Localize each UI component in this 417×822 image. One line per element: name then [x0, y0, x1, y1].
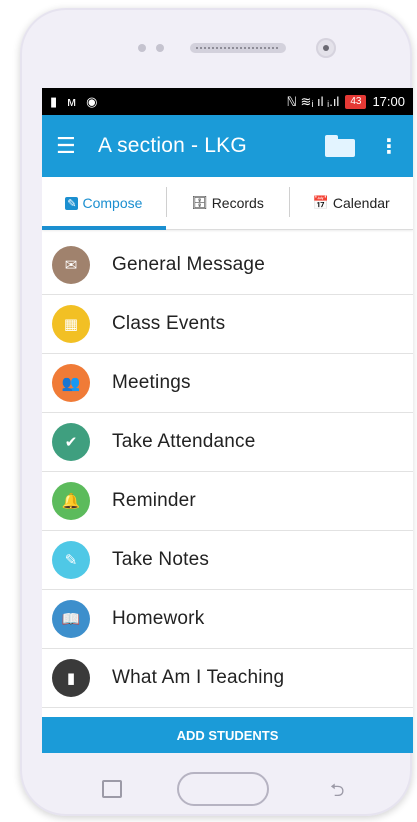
- list-item-meetings[interactable]: 👥 Meetings: [42, 354, 413, 413]
- calendar-icon: ▦: [52, 305, 90, 343]
- app-bar: ☰ A section - LKG ⋮: [42, 115, 413, 177]
- list-item-label: General Message: [112, 254, 265, 275]
- list-item-class-events[interactable]: ▦ Class Events: [42, 295, 413, 354]
- folder-icon[interactable]: [325, 135, 355, 157]
- book-icon: 📖: [52, 600, 90, 638]
- m-icon: ᴍ: [67, 94, 77, 109]
- phone-top-hardware: [20, 38, 412, 58]
- tab-calendar[interactable]: 📅 Calendar: [289, 177, 413, 229]
- check-icon: ✔: [52, 423, 90, 461]
- tab-label: Calendar: [332, 195, 390, 211]
- clock: 17:00: [372, 94, 405, 109]
- tab-bar: ✎ Compose 🗄 Records 📅 Calendar: [42, 177, 413, 230]
- bell-icon: 🔔: [52, 482, 90, 520]
- list-item-label: Take Notes: [112, 549, 210, 570]
- signal-icons: ℕ ≋ᵢ ıl ᵢ.ıl: [286, 94, 340, 109]
- calendar-icon: 📅: [312, 195, 329, 210]
- list-item-general-message[interactable]: ✉ General Message: [42, 236, 413, 295]
- tab-records[interactable]: 🗄 Records: [165, 177, 290, 229]
- menu-icon[interactable]: ☰: [56, 133, 86, 159]
- sensor-dot: [138, 44, 146, 52]
- edit-icon: ✎: [52, 541, 90, 579]
- envelope-icon: ✉: [52, 246, 90, 284]
- add-students-button[interactable]: ADD STUDENTS: [42, 717, 413, 753]
- back-button[interactable]: ⮌: [330, 778, 344, 808]
- compose-icon: ✎: [65, 196, 79, 210]
- list-item-label: Take Attendance: [112, 431, 256, 452]
- list-item-what-am-i-teaching[interactable]: ▮ What Am I Teaching: [42, 649, 413, 708]
- battery-alert-icon: ▮: [50, 94, 58, 109]
- page-title: A section - LKG: [98, 134, 247, 157]
- phone-bottom-hardware: ⮌: [20, 768, 412, 818]
- more-options-icon[interactable]: ⋮: [379, 134, 399, 159]
- home-button[interactable]: [177, 772, 269, 806]
- list-item-label: Homework: [112, 608, 205, 629]
- list-item-reminder[interactable]: 🔔 Reminder: [42, 472, 413, 531]
- bookmark-icon: ▮: [52, 659, 90, 697]
- front-camera: [316, 38, 336, 58]
- sensor-dot: [156, 44, 164, 52]
- app-icon: ◉: [86, 94, 98, 109]
- battery-level: 43: [345, 94, 367, 109]
- database-icon: 🗄: [191, 195, 208, 210]
- list-item-take-notes[interactable]: ✎ Take Notes: [42, 531, 413, 590]
- recent-apps-button[interactable]: [102, 780, 122, 798]
- status-bar: ▮ ᴍ ◉ ℕ ≋ᵢ ıl ᵢ.ıl 43 17:00: [42, 88, 413, 115]
- earpiece-speaker: [190, 43, 286, 53]
- compose-options-list: ✉ General Message ▦ Class Events 👥 Meeti…: [42, 236, 413, 708]
- list-item-label: What Am I Teaching: [112, 667, 285, 688]
- tab-label: Compose: [82, 195, 143, 211]
- people-icon: 👥: [52, 364, 90, 402]
- list-item-take-attendance[interactable]: ✔ Take Attendance: [42, 413, 413, 472]
- list-item-homework[interactable]: 📖 Homework: [42, 590, 413, 649]
- tab-label: Records: [211, 195, 264, 211]
- list-item-label: Class Events: [112, 313, 226, 334]
- list-item-label: Reminder: [112, 490, 196, 511]
- app-screen: ▮ ᴍ ◉ ℕ ≋ᵢ ıl ᵢ.ıl 43 17:00 ☰ A section …: [42, 88, 413, 753]
- list-item-label: Meetings: [112, 372, 191, 393]
- tab-compose[interactable]: ✎ Compose: [42, 177, 166, 230]
